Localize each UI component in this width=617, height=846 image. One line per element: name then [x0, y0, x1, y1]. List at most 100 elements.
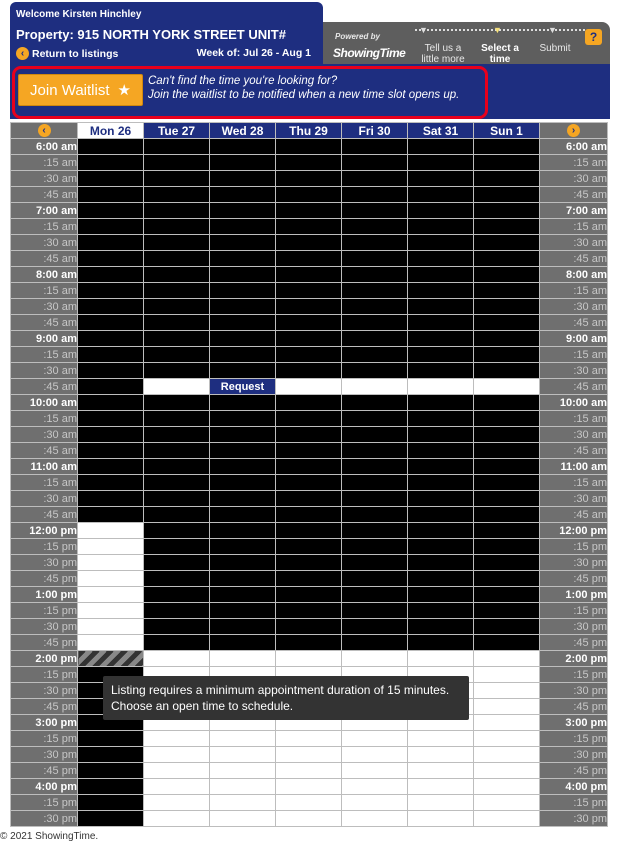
unavailable-slot — [143, 330, 210, 347]
available-slot[interactable] — [473, 794, 540, 811]
next-week-button[interactable]: › — [539, 122, 608, 139]
available-slot[interactable] — [143, 762, 210, 779]
time-label: :30 am — [10, 170, 78, 187]
unavailable-slot — [473, 426, 540, 443]
time-label: :30 am — [539, 490, 608, 507]
unavailable-slot — [77, 154, 144, 171]
available-slot[interactable] — [77, 538, 144, 555]
available-slot[interactable] — [473, 378, 540, 395]
available-slot[interactable] — [143, 378, 210, 395]
available-slot[interactable] — [473, 650, 540, 667]
available-slot[interactable] — [275, 778, 342, 795]
available-slot[interactable] — [209, 762, 276, 779]
unavailable-slot — [275, 554, 342, 571]
available-slot[interactable] — [209, 650, 276, 667]
available-slot[interactable] — [473, 730, 540, 747]
help-button[interactable]: ? — [585, 29, 602, 45]
available-slot[interactable] — [473, 762, 540, 779]
available-slot[interactable] — [143, 794, 210, 811]
available-slot[interactable] — [341, 746, 408, 763]
unavailable-slot — [209, 618, 276, 635]
available-slot[interactable] — [275, 650, 342, 667]
available-slot[interactable] — [209, 794, 276, 811]
available-slot[interactable] — [473, 810, 540, 827]
available-slot[interactable] — [275, 746, 342, 763]
unavailable-slot — [407, 282, 474, 299]
unavailable-slot — [209, 186, 276, 203]
available-slot[interactable] — [341, 794, 408, 811]
unavailable-slot — [473, 602, 540, 619]
unavailable-slot — [341, 218, 408, 235]
available-slot[interactable] — [407, 730, 474, 747]
available-slot[interactable] — [77, 554, 144, 571]
available-slot[interactable] — [407, 650, 474, 667]
unavailable-slot — [407, 602, 474, 619]
available-slot[interactable] — [77, 618, 144, 635]
time-label: :45 pm — [539, 570, 608, 587]
time-label: :30 pm — [10, 810, 78, 827]
available-slot[interactable] — [473, 746, 540, 763]
available-slot[interactable] — [209, 778, 276, 795]
available-slot[interactable] — [143, 746, 210, 763]
available-slot[interactable] — [209, 810, 276, 827]
unavailable-slot — [341, 634, 408, 651]
available-slot[interactable] — [143, 650, 210, 667]
chevron-left-icon: ‹ — [37, 124, 51, 137]
available-slot[interactable] — [275, 730, 342, 747]
unavailable-slot — [473, 474, 540, 491]
available-slot[interactable] — [473, 682, 540, 699]
join-waitlist-button[interactable]: Join Waitlist ★ — [18, 74, 143, 106]
available-slot[interactable] — [143, 730, 210, 747]
previous-week-button[interactable]: ‹ — [10, 122, 78, 139]
unavailable-slot — [407, 234, 474, 251]
available-slot[interactable] — [473, 714, 540, 731]
time-label: :45 am — [539, 314, 608, 331]
available-slot[interactable] — [143, 778, 210, 795]
available-slot[interactable] — [77, 586, 144, 603]
day-header: Sun 1 — [473, 122, 540, 139]
unavailable-slot — [407, 618, 474, 635]
available-slot[interactable] — [275, 810, 342, 827]
available-slot[interactable] — [341, 762, 408, 779]
available-slot[interactable] — [341, 810, 408, 827]
available-slot[interactable] — [407, 378, 474, 395]
available-slot[interactable] — [275, 762, 342, 779]
time-label: :30 am — [10, 362, 78, 379]
unavailable-slot — [407, 634, 474, 651]
available-slot[interactable] — [407, 794, 474, 811]
available-slot[interactable] — [407, 810, 474, 827]
unavailable-slot — [473, 394, 540, 411]
unavailable-slot — [275, 586, 342, 603]
calendar-grid: ‹ Mon 26 Tue 27 Wed 28 Thu 29 Fri 30 Sat… — [10, 122, 608, 827]
unavailable-slot — [473, 538, 540, 555]
unavailable-slot — [209, 570, 276, 587]
unavailable-slot — [209, 554, 276, 571]
available-slot[interactable] — [77, 602, 144, 619]
available-slot[interactable] — [407, 778, 474, 795]
available-slot[interactable] — [275, 378, 342, 395]
available-slot[interactable] — [341, 730, 408, 747]
time-label: :15 pm — [539, 794, 608, 811]
minimum-duration-slot — [77, 650, 144, 667]
available-slot[interactable] — [473, 698, 540, 715]
available-slot[interactable] — [275, 794, 342, 811]
available-slot[interactable] — [473, 778, 540, 795]
unavailable-slot — [143, 154, 210, 171]
time-label: :15 am — [539, 474, 608, 491]
available-slot[interactable] — [77, 634, 144, 651]
return-to-listings-link[interactable]: ‹ Return to listings — [16, 47, 118, 60]
available-slot[interactable] — [407, 762, 474, 779]
available-slot[interactable] — [473, 666, 540, 683]
request-slot[interactable]: Request — [209, 378, 276, 395]
available-slot[interactable] — [77, 570, 144, 587]
available-slot[interactable] — [407, 746, 474, 763]
available-slot[interactable] — [341, 378, 408, 395]
available-slot[interactable] — [341, 650, 408, 667]
unavailable-slot — [209, 218, 276, 235]
available-slot[interactable] — [77, 522, 144, 539]
available-slot[interactable] — [341, 778, 408, 795]
available-slot[interactable] — [143, 810, 210, 827]
available-slot[interactable] — [209, 730, 276, 747]
unavailable-slot — [341, 282, 408, 299]
available-slot[interactable] — [209, 746, 276, 763]
